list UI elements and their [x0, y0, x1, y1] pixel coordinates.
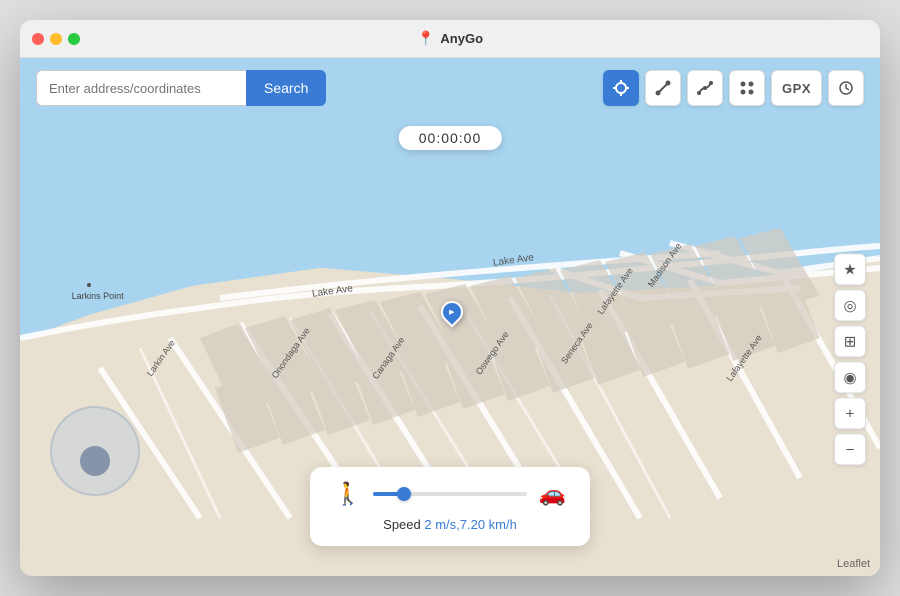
compass-button[interactable]: ◎ [834, 289, 866, 321]
speed-slider-thumb [397, 487, 411, 501]
search-input[interactable] [36, 70, 246, 106]
speed-label: Speed 2 m/s,7.20 km/h [334, 517, 566, 532]
close-button[interactable] [32, 33, 44, 45]
map-container[interactable]: Lake Ave Lake Ave Larkin Ave Onondaga Av… [20, 58, 880, 576]
traffic-lights [32, 33, 80, 45]
speed-icons-row: 🚶 🚗 [334, 481, 566, 507]
zoom-out-button[interactable]: − [834, 433, 866, 465]
maximize-button[interactable] [68, 33, 80, 45]
layers-button[interactable]: ⊞ [834, 325, 866, 357]
leaflet-label: Leaflet [837, 558, 870, 570]
speed-slider-track[interactable] [373, 492, 526, 496]
pin-icon: 📍 [417, 30, 434, 47]
right-panel: ★ ◎ ⊞ ◉ + − [834, 253, 866, 465]
crosshair-icon [612, 79, 630, 97]
app-title: AnyGo [440, 31, 483, 46]
joystick-inner [80, 446, 110, 476]
route-single-icon [654, 79, 672, 97]
minimize-button[interactable] [50, 33, 62, 45]
search-button[interactable]: Search [246, 70, 326, 106]
locate-button[interactable]: ◉ [834, 361, 866, 393]
timer-value: 00:00:00 [419, 130, 482, 146]
toolbar: Search [20, 70, 880, 106]
title-bar: 📍 AnyGo [20, 20, 880, 58]
history-icon [838, 80, 854, 96]
title-area: 📍 AnyGo [417, 30, 483, 47]
route-multi-button[interactable] [687, 70, 723, 106]
route-jump-button[interactable] [729, 70, 765, 106]
timer-badge: 00:00:00 [399, 126, 502, 150]
app-window: 📍 AnyGo [20, 20, 880, 576]
location-marker [441, 301, 465, 325]
route-single-button[interactable] [645, 70, 681, 106]
location-dot [437, 297, 468, 328]
walk-icon: 🚶 [334, 481, 361, 507]
joystick-outer [50, 406, 140, 496]
zoom-in-button[interactable]: + [834, 397, 866, 429]
route-multi-icon [696, 79, 714, 97]
route-jump-icon [738, 79, 756, 97]
speed-value: 2 m/s,7.20 km/h [424, 517, 516, 532]
star-button[interactable]: ★ [834, 253, 866, 285]
speed-panel: 🚶 🚗 Speed 2 m/s,7.20 km/h [310, 467, 590, 546]
speed-prefix: Speed [383, 517, 424, 532]
crosshair-button[interactable] [603, 70, 639, 106]
joystick[interactable] [50, 406, 140, 496]
toolbar-right: GPX [603, 70, 864, 106]
history-button[interactable] [828, 70, 864, 106]
car-icon: 🚗 [539, 481, 566, 507]
gpx-button[interactable]: GPX [771, 70, 822, 106]
search-area: Search [36, 70, 326, 106]
